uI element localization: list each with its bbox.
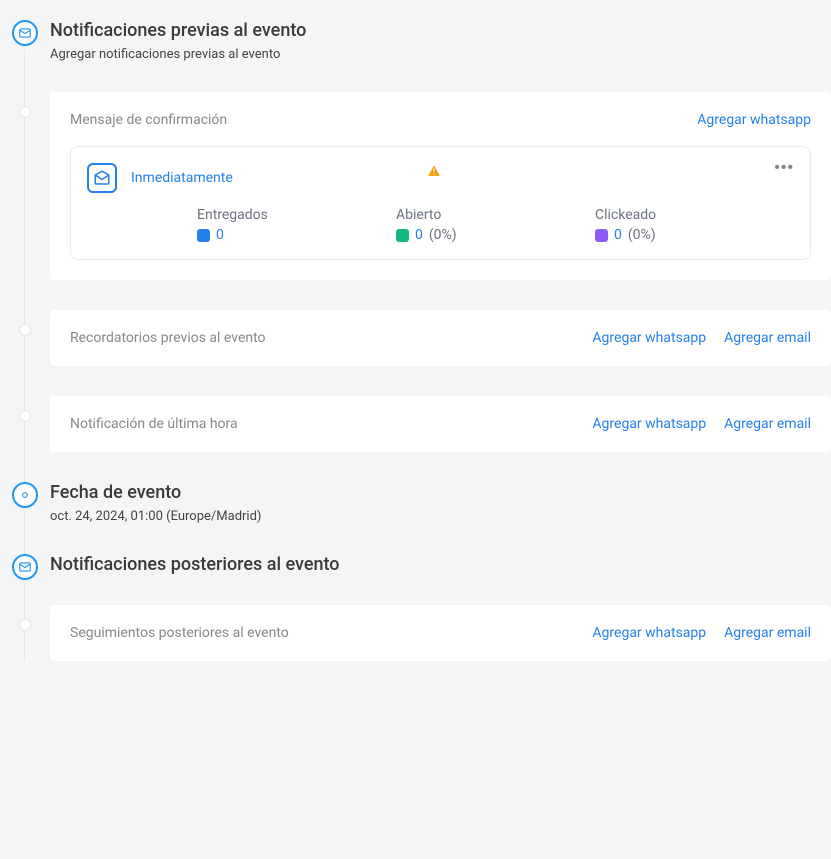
envelope-icon — [12, 554, 38, 580]
event-date: oct. 24, 2024, 01:00 (Europe/Madrid) — [50, 509, 831, 524]
stat-delivered: Entregados 0 — [197, 207, 396, 243]
card-title: Seguimientos posteriores al evento — [70, 625, 289, 641]
stat-clicked: Clickeado 0 (0%) — [595, 207, 794, 243]
section-title: Notificaciones posteriores al evento — [50, 554, 831, 575]
timeline-dot-icon — [19, 619, 31, 631]
add-email-button[interactable]: Agregar email — [724, 330, 811, 346]
add-whatsapp-button[interactable]: Agregar whatsapp — [592, 416, 706, 432]
message-item: Inmediatamente ••• Entregados 0 — [70, 146, 811, 260]
stat-label: Clickeado — [595, 207, 794, 223]
stat-value: 0 — [216, 227, 224, 243]
envelope-open-icon — [87, 163, 117, 193]
section-subtitle: Agregar notificaciones previas al evento — [50, 47, 831, 62]
timeline-dot-icon — [19, 324, 31, 336]
card-title: Notificación de última hora — [70, 416, 238, 432]
add-email-button[interactable]: Agregar email — [724, 625, 811, 641]
envelope-icon — [12, 20, 38, 46]
add-whatsapp-button[interactable]: Agregar whatsapp — [592, 625, 706, 641]
stat-opened: Abierto 0 (0%) — [396, 207, 595, 243]
confirmation-card: Mensaje de confirmación Agregar whatsapp… — [50, 92, 831, 280]
target-icon — [12, 482, 38, 508]
more-options-button[interactable]: ••• — [774, 159, 794, 177]
card-title: Mensaje de confirmación — [70, 112, 227, 128]
add-whatsapp-button[interactable]: Agregar whatsapp — [592, 330, 706, 346]
warning-icon — [426, 163, 442, 183]
timing-label: Inmediatamente — [131, 170, 233, 186]
post-event-section: Notificaciones posteriores al evento Seg… — [50, 554, 831, 661]
stat-value: 0 — [415, 227, 423, 243]
stat-pct: (0%) — [429, 227, 457, 243]
square-icon — [197, 229, 210, 242]
stat-pct: (0%) — [628, 227, 656, 243]
followups-card: Seguimientos posteriores al evento Agreg… — [50, 605, 831, 661]
event-date-section: Fecha de evento oct. 24, 2024, 01:00 (Eu… — [50, 482, 831, 524]
timeline-dot-icon — [19, 410, 31, 422]
add-whatsapp-button[interactable]: Agregar whatsapp — [697, 112, 811, 128]
timeline-dot-icon — [19, 106, 31, 118]
square-icon — [396, 229, 409, 242]
section-title: Fecha de evento — [50, 482, 831, 503]
stat-label: Entregados — [197, 207, 396, 223]
pre-event-section: Notificaciones previas al evento Agregar… — [50, 20, 831, 452]
reminders-card: Recordatorios previos al evento Agregar … — [50, 310, 831, 366]
last-minute-card: Notificación de última hora Agregar what… — [50, 396, 831, 452]
add-email-button[interactable]: Agregar email — [724, 416, 811, 432]
stat-label: Abierto — [396, 207, 595, 223]
card-title: Recordatorios previos al evento — [70, 330, 266, 346]
square-icon — [595, 229, 608, 242]
stat-value: 0 — [614, 227, 622, 243]
section-title: Notificaciones previas al evento — [50, 20, 831, 41]
